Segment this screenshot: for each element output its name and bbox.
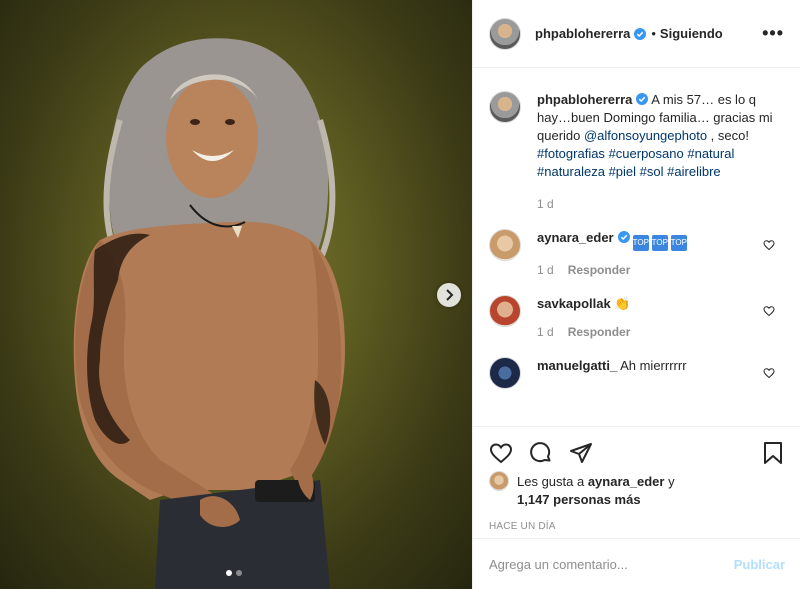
post-photo[interactable] bbox=[0, 0, 472, 589]
man-portrait-image bbox=[73, 38, 345, 589]
like-heart-icon[interactable] bbox=[489, 441, 513, 465]
action-icons-bar bbox=[489, 427, 785, 473]
next-photo-button[interactable] bbox=[437, 283, 461, 307]
hashtag[interactable]: #cuerposano bbox=[609, 146, 684, 161]
comment-item: savkapollak 👏 1 d Responder bbox=[489, 295, 785, 339]
post-header: phpablohererra • Siguiendo ••• bbox=[473, 0, 800, 68]
carousel-dot-active bbox=[226, 570, 232, 576]
comment-item: aynara_eder TOP TOP TOP 1 d Responder bbox=[489, 229, 785, 277]
post-date: HACE UN DÍA bbox=[489, 521, 556, 532]
owner-username[interactable]: phpablohererra bbox=[535, 26, 630, 41]
likes-middle: y bbox=[664, 474, 675, 489]
hashtag[interactable]: #sol bbox=[640, 164, 664, 179]
comment-username[interactable]: manuelgatti_ bbox=[537, 358, 617, 373]
header-separator: • bbox=[651, 26, 656, 41]
comment-input[interactable] bbox=[489, 556, 734, 572]
post-comment-button[interactable]: Publicar bbox=[734, 557, 785, 572]
comment-item: manuelgatti_ Ah mierrrrrr bbox=[489, 357, 785, 389]
verified-badge-icon bbox=[636, 93, 649, 105]
commenter-avatar[interactable] bbox=[489, 295, 521, 327]
comment-username[interactable]: aynara_eder bbox=[537, 230, 614, 245]
comment-text: Ah mierrrrrr bbox=[620, 358, 687, 373]
comment-time: 1 d bbox=[537, 325, 554, 339]
hashtag[interactable]: #natural bbox=[687, 146, 734, 161]
commenter-avatar[interactable] bbox=[489, 229, 521, 261]
share-paper-plane-icon[interactable] bbox=[569, 441, 593, 465]
liker-username[interactable]: aynara_eder bbox=[588, 474, 665, 489]
reply-button[interactable]: Responder bbox=[568, 263, 631, 277]
hashtag[interactable]: #fotografias bbox=[537, 146, 605, 161]
top-emoji-icon: TOP bbox=[651, 235, 668, 251]
hashtag[interactable]: #piel bbox=[609, 164, 636, 179]
caption-body-2: , seco! bbox=[707, 128, 749, 143]
like-comment-heart-icon[interactable] bbox=[763, 367, 775, 379]
caption-mention[interactable]: @alfonsoyungephoto bbox=[584, 128, 707, 143]
likes-summary: Les gusta a aynara_eder y 1,147 personas… bbox=[489, 471, 785, 509]
verified-badge-icon bbox=[634, 27, 647, 40]
post-caption: phpablohererra A mis 57… es lo q hay…bue… bbox=[489, 91, 785, 181]
caption-text: phpablohererra A mis 57… es lo q hay…bue… bbox=[537, 91, 785, 181]
save-bookmark-icon[interactable] bbox=[761, 441, 785, 465]
caption-username[interactable]: phpablohererra bbox=[537, 92, 632, 107]
top-emoji-icon: TOP bbox=[632, 235, 649, 251]
caption-time: 1 d bbox=[537, 197, 554, 211]
verified-badge-icon bbox=[617, 231, 630, 243]
liker-avatar[interactable] bbox=[489, 471, 509, 491]
caption-avatar[interactable] bbox=[489, 91, 521, 123]
commenter-avatar[interactable] bbox=[489, 357, 521, 389]
owner-avatar[interactable] bbox=[489, 17, 521, 50]
carousel-dot bbox=[236, 570, 242, 576]
comment-username[interactable]: savkapollak bbox=[537, 296, 611, 311]
hashtag[interactable]: #airelibre bbox=[667, 164, 720, 179]
comments-section: phpablohererra A mis 57… es lo q hay…bue… bbox=[473, 69, 800, 425]
likes-count[interactable]: 1,147 personas más bbox=[517, 492, 641, 507]
comment-bubble-icon[interactable] bbox=[529, 441, 553, 465]
like-comment-heart-icon[interactable] bbox=[763, 305, 775, 317]
more-options-icon[interactable]: ••• bbox=[762, 23, 784, 44]
post-actions: Les gusta a aynara_eder y 1,147 personas… bbox=[473, 426, 800, 532]
carousel-indicator bbox=[226, 570, 242, 576]
add-comment-bar: Publicar bbox=[473, 538, 800, 589]
comment-time: 1 d bbox=[537, 263, 554, 277]
hashtag[interactable]: #naturaleza bbox=[537, 164, 605, 179]
following-button[interactable]: Siguiendo bbox=[660, 26, 723, 41]
top-emoji-icon: TOP bbox=[670, 235, 687, 251]
chevron-right-icon bbox=[446, 289, 454, 301]
like-comment-heart-icon[interactable] bbox=[763, 239, 775, 251]
reply-button[interactable]: Responder bbox=[568, 325, 631, 339]
clapping-hands-emoji: 👏 bbox=[614, 296, 631, 311]
post-details-panel: phpablohererra • Siguiendo ••• phpablohe… bbox=[472, 0, 800, 589]
likes-prefix: Les gusta a bbox=[517, 474, 588, 489]
